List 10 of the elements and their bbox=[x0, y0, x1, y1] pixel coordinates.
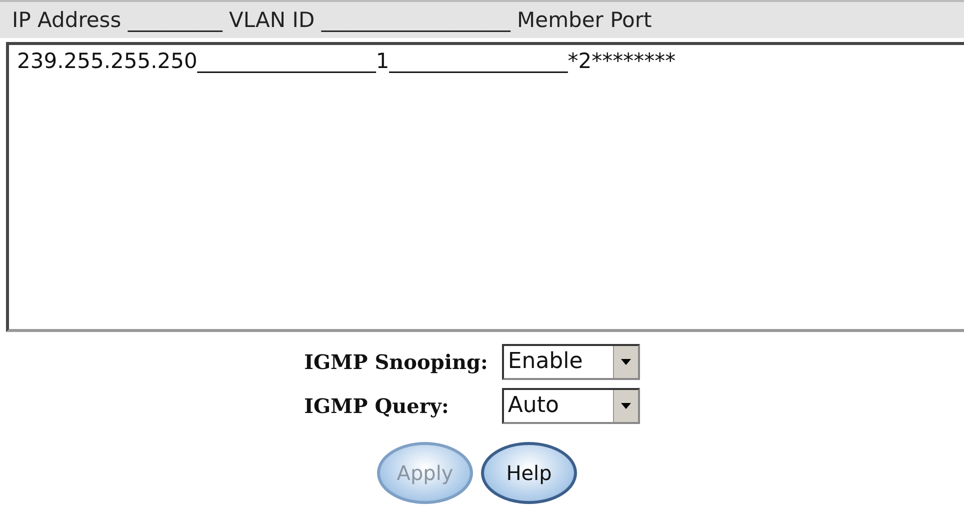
dropdown[interactable]: Enable bbox=[502, 344, 640, 380]
group-list[interactable]: 239.255.255.250_________________1_________________*2******** bbox=[6, 42, 964, 332]
list-item[interactable]: 239.255.255.250_________________1_________________*2******** bbox=[17, 49, 956, 73]
dropdown-arrow-icon bbox=[620, 403, 631, 409]
dropdown[interactable]: Auto bbox=[502, 388, 640, 424]
setting-label: IGMP Snooping: bbox=[304, 350, 488, 374]
setting-label: IGMP Query: bbox=[304, 394, 450, 418]
action-button[interactable]: Help bbox=[481, 442, 577, 504]
dropdown-arrow-icon bbox=[620, 359, 631, 365]
list-header: IP Address _________ VLAN ID __________________ Member Port bbox=[0, 0, 964, 38]
